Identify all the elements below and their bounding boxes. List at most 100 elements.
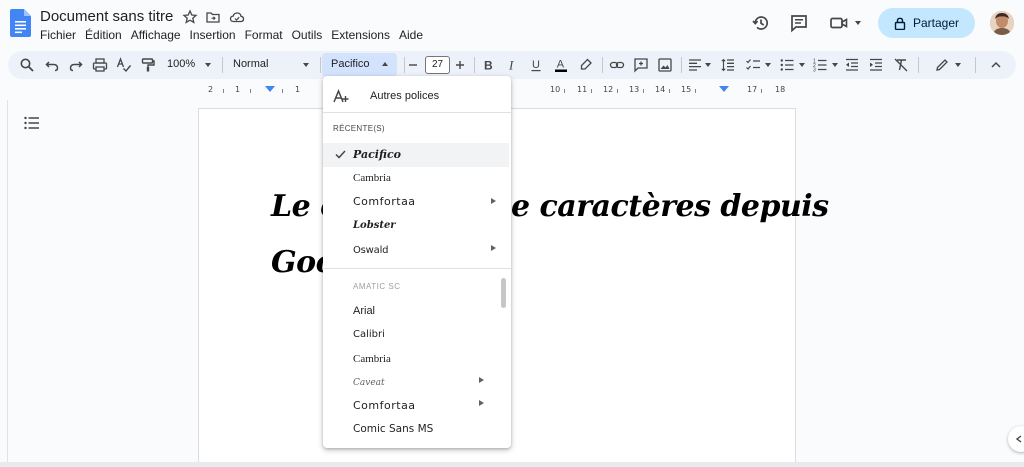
svg-text:I: I (508, 58, 514, 73)
numbered-caret-icon[interactable] (832, 63, 838, 67)
decrease-font-size-icon[interactable] (405, 57, 421, 73)
dropdown-scrollbar-thumb[interactable] (501, 278, 506, 308)
menu-affichage[interactable]: Affichage (131, 28, 185, 44)
align-caret-icon[interactable] (705, 63, 711, 67)
ruler-tick (695, 89, 696, 93)
document-title[interactable]: Document sans titre (40, 8, 173, 25)
toolbar-divider (320, 57, 321, 73)
avatar[interactable] (990, 11, 1014, 35)
version-history-button[interactable] (750, 12, 772, 34)
star-icon[interactable] (182, 9, 198, 25)
right-indent-marker-icon[interactable] (719, 86, 729, 94)
meet-button[interactable] (829, 12, 863, 34)
menu-divider (323, 268, 511, 269)
cloud-status-icon[interactable] (229, 9, 245, 25)
print-icon[interactable] (92, 57, 108, 73)
checklist-caret-icon[interactable] (765, 63, 771, 67)
font-option-oswald[interactable]: Oswald (323, 240, 509, 264)
menu-divider (323, 112, 511, 113)
numbered-list-icon[interactable]: 1 2 3 (812, 57, 828, 73)
paint-format-icon[interactable] (140, 57, 156, 73)
comments-button[interactable] (788, 12, 810, 34)
font-caret-up-icon (382, 62, 388, 66)
editing-mode-caret-icon[interactable] (955, 63, 961, 67)
document-text-line[interactable]: e caractères depuis (511, 189, 829, 224)
font-option-caveat[interactable]: Caveat (323, 372, 509, 396)
clear-formatting-icon[interactable] (893, 57, 909, 73)
font-option-calibri[interactable]: Calibri (323, 324, 509, 348)
share-button[interactable]: Partager (878, 8, 975, 38)
ruler-tick (564, 89, 565, 93)
font-option-pacifico[interactable]: Pacifico (323, 143, 509, 167)
font-option-label: Cambria (353, 353, 391, 365)
document-outline-icon[interactable] (24, 116, 40, 130)
editing-mode-icon[interactable] (934, 57, 950, 73)
recent-fonts-heading: RÉCENTE(S) (333, 124, 385, 133)
horizontal-scrollbar[interactable] (0, 462, 1024, 467)
font-option-cambria[interactable]: Cambria (323, 167, 509, 191)
insert-link-icon[interactable] (609, 57, 625, 73)
font-option-comfortaa[interactable]: Comfortaa (323, 394, 509, 418)
add-comment-icon[interactable] (633, 57, 649, 73)
vertical-ruler[interactable] (0, 100, 8, 467)
toolbar-divider (975, 57, 976, 73)
decrease-indent-icon[interactable] (844, 57, 860, 73)
ruler-tick (591, 89, 592, 93)
page-scrollbar[interactable] (1010, 100, 1024, 460)
menu-fichier[interactable]: Fichier (40, 28, 80, 44)
italic-icon[interactable]: I (504, 57, 520, 73)
text-color-icon[interactable]: A (553, 57, 569, 73)
spellcheck-icon[interactable] (116, 57, 132, 73)
collapse-menus-icon[interactable] (988, 57, 1004, 73)
search-icon[interactable] (19, 57, 35, 73)
underline-icon[interactable]: U (528, 57, 544, 73)
font-option-comic-sans-ms[interactable]: Comic Sans MS (323, 418, 509, 442)
more-fonts-label: Autres polices (370, 90, 440, 102)
move-folder-icon[interactable] (205, 9, 221, 25)
menu-edition[interactable]: Édition (85, 28, 126, 44)
menu-extensions[interactable]: Extensions (331, 28, 394, 44)
font-option-label: Arial (353, 305, 376, 317)
menu-insertion[interactable]: Insertion (190, 28, 240, 44)
submenu-arrow-icon (479, 400, 484, 406)
zoom-caret-icon[interactable] (205, 63, 211, 67)
increase-font-size-icon[interactable] (452, 57, 468, 73)
font-option-arial[interactable]: Arial (323, 300, 509, 324)
submenu-arrow-icon (479, 377, 484, 383)
share-label: Partager (912, 16, 960, 30)
font-option-amatic-sc[interactable]: AMATIC SC (323, 275, 509, 299)
bullet-caret-icon[interactable] (799, 63, 805, 67)
zoom-value[interactable]: 100% (167, 58, 195, 70)
style-caret-icon[interactable] (303, 63, 309, 67)
font-option-label: Lobster (353, 220, 396, 231)
font-option-cambria[interactable]: Cambria (323, 348, 509, 372)
comment-icon (791, 15, 807, 33)
font-size-input[interactable]: 27 (425, 56, 450, 74)
align-icon[interactable] (687, 57, 703, 73)
font-option-label: Calibri (353, 329, 385, 340)
increase-indent-icon[interactable] (868, 57, 884, 73)
font-option-label: Caveat (353, 378, 385, 388)
insert-image-icon[interactable] (657, 57, 673, 73)
docs-logo-icon[interactable] (10, 9, 31, 37)
bulleted-list-icon[interactable] (779, 57, 795, 73)
chevron-left-icon (1015, 435, 1022, 443)
line-spacing-icon[interactable] (720, 57, 736, 73)
menu-aide[interactable]: Aide (399, 28, 427, 44)
bold-icon[interactable]: B (480, 57, 496, 73)
font-option-comfortaa[interactable]: Comfortaa (323, 190, 509, 214)
menu-outils[interactable]: Outils (292, 28, 327, 44)
more-fonts-item[interactable]: Autres polices (323, 80, 509, 112)
font-family-select[interactable]: Pacifico (322, 53, 397, 77)
menu-format[interactable]: Format (245, 28, 287, 44)
checklist-icon[interactable] (745, 57, 761, 73)
redo-icon[interactable] (68, 57, 84, 73)
undo-icon[interactable] (44, 57, 60, 73)
ruler-tick (617, 89, 618, 93)
ruler-number: 1 (235, 85, 241, 94)
highlight-color-icon[interactable] (578, 57, 594, 73)
paragraph-style-value[interactable]: Normal (233, 58, 268, 70)
toolbar-divider (474, 57, 475, 73)
font-option-lobster[interactable]: Lobster (323, 215, 509, 239)
indent-marker-icon[interactable] (265, 86, 275, 94)
